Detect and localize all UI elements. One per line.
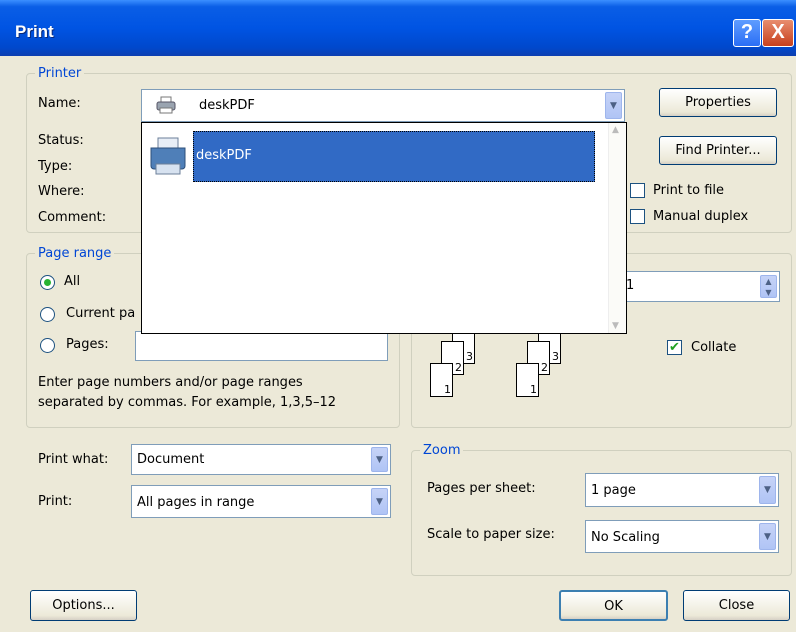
zoom-group: Zoom — [411, 443, 792, 576]
printer-icon — [156, 96, 176, 114]
page-number: 3 — [552, 350, 559, 363]
current-page-radio[interactable] — [40, 307, 55, 322]
pages-label[interactable]: Pages: — [66, 337, 109, 352]
printer-dropdown-arrow[interactable]: ▼ — [605, 92, 622, 119]
manual-duplex-label[interactable]: Manual duplex — [653, 209, 748, 224]
pages-per-sheet-arrow[interactable]: ▼ — [759, 476, 776, 504]
page-number: 3 — [466, 350, 473, 363]
page-range-legend: Page range — [35, 246, 115, 261]
print-what-combo[interactable]: Document ▼ — [131, 444, 391, 475]
printer-option-deskpdf[interactable]: deskPDF — [150, 131, 595, 182]
printer-large-icon — [148, 134, 188, 178]
printer-legend: Printer — [35, 66, 85, 81]
collate-label[interactable]: Collate — [691, 340, 736, 355]
properties-button[interactable]: Properties — [659, 88, 777, 117]
where-label: Where: — [38, 184, 85, 199]
collate-checkbox[interactable]: ✔ — [667, 340, 682, 355]
window-title: Print — [15, 22, 54, 41]
dialog-body: Printer Name: Status: Type: Where: Comme… — [0, 56, 796, 632]
status-label: Status: — [38, 133, 84, 148]
page-range-help-line2: separated by commas. For example, 1,3,5–… — [38, 395, 337, 410]
print-to-file-checkbox[interactable] — [630, 183, 645, 198]
print-arrow[interactable]: ▼ — [371, 488, 388, 515]
print-to-file-label[interactable]: Print to file — [653, 183, 724, 198]
zoom-legend: Zoom — [420, 443, 464, 458]
scale-to-paper-label: Scale to paper size: — [427, 527, 555, 542]
page-range-help-line1: Enter page numbers and/or page ranges — [38, 375, 303, 390]
manual-duplex-checkbox[interactable] — [630, 209, 645, 224]
comment-label: Comment: — [38, 210, 107, 225]
print-what-arrow[interactable]: ▼ — [371, 447, 388, 472]
all-label[interactable]: All — [64, 274, 80, 289]
page-number: 2 — [541, 361, 548, 374]
page-number: 1 — [530, 383, 537, 396]
close-button[interactable]: Close — [683, 590, 790, 621]
print-value: All pages in range — [137, 495, 255, 510]
close-window-button[interactable]: X — [762, 19, 794, 47]
copies-value: 1 — [626, 278, 635, 293]
print-dialog: Print ? X Printer Name: Status: Type: Wh… — [0, 0, 796, 632]
pages-per-sheet-combo[interactable]: 1 page ▼ — [585, 473, 779, 507]
dropdown-scrollbar[interactable]: ▲ ▼ — [608, 123, 626, 333]
scale-to-paper-arrow[interactable]: ▼ — [759, 523, 776, 550]
print-what-value: Document — [137, 452, 205, 467]
page-number: 1 — [444, 383, 451, 396]
printer-name-combo[interactable]: deskPDF ▼ — [141, 89, 625, 122]
options-button[interactable]: Options... — [30, 590, 137, 621]
page-number: 2 — [455, 361, 462, 374]
print-combo[interactable]: All pages in range ▼ — [131, 485, 391, 518]
print-label: Print: — [38, 494, 73, 509]
printer-dropdown-list[interactable]: deskPDF ▲ ▼ — [141, 122, 627, 334]
pages-radio[interactable] — [40, 338, 55, 353]
current-page-label[interactable]: Current pa — [66, 306, 135, 321]
pages-input[interactable] — [135, 331, 388, 361]
scale-to-paper-value: No Scaling — [591, 530, 660, 545]
name-label: Name: — [38, 96, 81, 111]
scroll-down-arrow[interactable]: ▼ — [612, 321, 619, 331]
copies-spin-buttons[interactable]: ▲ ▼ — [760, 275, 777, 298]
printer-name-value: deskPDF — [199, 98, 255, 113]
print-what-label: Print what: — [38, 452, 109, 467]
printer-option-label: deskPDF — [196, 148, 252, 163]
copies-spinner[interactable]: 1 ▲ ▼ — [620, 271, 780, 302]
scroll-up-arrow[interactable]: ▲ — [612, 125, 619, 135]
pages-per-sheet-label: Pages per sheet: — [427, 481, 536, 496]
find-printer-button[interactable]: Find Printer... — [659, 136, 777, 165]
scale-to-paper-combo[interactable]: No Scaling ▼ — [585, 520, 779, 553]
type-label: Type: — [38, 159, 73, 174]
pages-per-sheet-value: 1 page — [591, 483, 636, 498]
all-radio[interactable] — [40, 275, 55, 290]
ok-button[interactable]: OK — [559, 590, 668, 621]
help-button[interactable]: ? — [733, 19, 761, 47]
title-bar[interactable]: Print ? X — [0, 0, 796, 56]
